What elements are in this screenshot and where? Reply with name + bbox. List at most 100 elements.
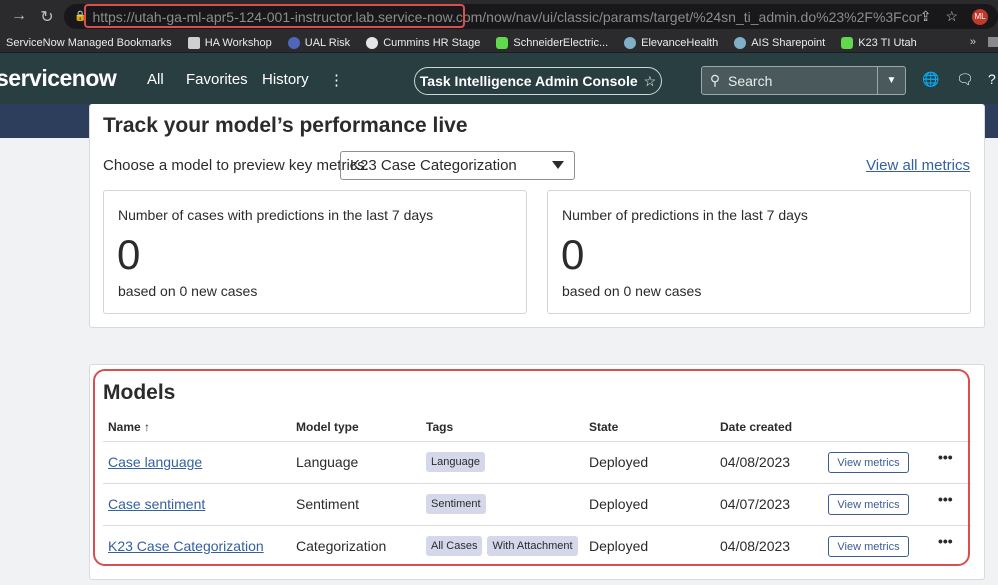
global-search: ⚲ ▼ — [701, 66, 906, 95]
metric-card-predictions: Number of predictions in the last 7 days… — [547, 190, 971, 314]
bookmark-label: K23 TI Utah — [858, 36, 917, 49]
bookmark-label: SchneiderElectric... — [513, 36, 609, 49]
model-name-link[interactable]: Case language — [108, 454, 202, 470]
bookmark-item[interactable]: ServiceNow Managed Bookmarks — [6, 37, 172, 49]
model-date: 04/07/2023 — [720, 496, 791, 512]
bookmark-item[interactable]: UAL Risk — [287, 36, 351, 49]
lock-icon: 🔒 — [74, 11, 87, 22]
bookmark-item[interactable]: ElevanceHealth — [624, 36, 719, 49]
bookmark-item[interactable]: K23 TI Utah — [841, 36, 917, 49]
column-header-model-type[interactable]: Model type — [296, 420, 359, 434]
context-title-pill[interactable]: Task Intelligence Admin Console ☆ — [414, 67, 662, 95]
nav-all[interactable]: All — [147, 71, 164, 88]
bookmarks-bar: ServiceNow Managed Bookmarks HA Workshop… — [0, 33, 998, 53]
tag: Sentiment — [426, 494, 486, 514]
model-state: Deployed — [589, 454, 649, 470]
model-type: Sentiment — [296, 496, 360, 512]
model-name-link[interactable]: Case sentiment — [108, 496, 205, 512]
dropdown-caret-icon — [552, 161, 564, 169]
model-select[interactable]: K23 Case Categorization — [340, 151, 575, 180]
c-logo-icon — [366, 36, 379, 49]
forward-arrow-icon[interactable]: → — [8, 7, 30, 25]
tag: All Cases — [426, 536, 483, 556]
table-row: Case language Language Language Deployed… — [103, 441, 971, 483]
table-row: K23 Case Categorization Categorization A… — [103, 525, 971, 567]
other-bookmarks-folder-icon[interactable] — [988, 37, 998, 47]
servicenow-logo[interactable]: servicenow — [0, 65, 117, 92]
models-title: Models — [103, 381, 176, 404]
bookmark-item[interactable]: HA Workshop — [187, 36, 272, 49]
sn-round-icon — [624, 36, 637, 49]
bookmark-item[interactable]: Cummins HR Stage — [366, 36, 481, 49]
choose-model-label: Choose a model to preview key metrics. — [103, 157, 369, 174]
view-all-metrics-link[interactable]: View all metrics — [866, 157, 970, 174]
bookmark-item[interactable]: AIS Sharepoint — [734, 36, 826, 49]
servicenow-header: servicenow All Favorites History ⋮ Task … — [0, 53, 998, 104]
bookmark-label: HA Workshop — [204, 36, 272, 49]
address-bar[interactable]: 🔒 https://utah-ga-ml-apr5-124-001-instru… — [64, 4, 998, 29]
column-header-state[interactable]: State — [589, 420, 618, 434]
model-tags: Language — [426, 452, 490, 472]
nav-favorites[interactable]: Favorites — [186, 71, 248, 88]
table-row: Case sentiment Sentiment Sentiment Deplo… — [103, 483, 971, 525]
models-card: Models Name ↑ Model type Tags State Date… — [89, 364, 985, 580]
row-actions-icon[interactable]: ••• — [938, 491, 953, 507]
model-name-link[interactable]: K23 Case Categorization — [108, 538, 264, 554]
model-tags: Sentiment — [426, 494, 491, 514]
browser-toolbar: → ↻ 🔒 https://utah-ga-ml-apr5-124-001-in… — [0, 0, 998, 33]
bookmark-label: ServiceNow Managed Bookmarks — [6, 36, 172, 49]
help-icon[interactable]: ? — [988, 71, 996, 87]
model-date: 04/08/2023 — [720, 538, 791, 554]
tag: With Attachment — [487, 536, 578, 556]
chat-icon[interactable]: 🗨 — [956, 71, 974, 88]
metric-subtext: based on 0 new cases — [562, 283, 702, 299]
model-select-value: K23 Case Categorization — [350, 157, 517, 174]
model-state: Deployed — [589, 496, 649, 512]
favorite-star-icon[interactable]: ☆ — [644, 73, 657, 90]
view-metrics-button[interactable]: View metrics — [828, 452, 909, 473]
view-metrics-button[interactable]: View metrics — [828, 536, 909, 557]
metric-value: 0 — [561, 231, 585, 278]
model-state: Deployed — [589, 538, 649, 554]
bookmark-label: ElevanceHealth — [641, 36, 719, 49]
column-header-date-created[interactable]: Date created — [720, 420, 792, 434]
bookmarks-overflow-icon[interactable]: » — [970, 36, 976, 48]
row-actions-icon[interactable]: ••• — [938, 533, 953, 549]
folder-icon — [187, 36, 200, 49]
tag: Language — [426, 452, 485, 472]
metric-label: Number of cases with predictions in the … — [118, 207, 434, 223]
profile-avatar[interactable]: ML — [972, 8, 988, 25]
bookmark-star-icon[interactable]: ☆ — [945, 8, 958, 25]
metric-subtext: based on 0 new cases — [118, 283, 258, 299]
metric-card-cases: Number of cases with predictions in the … — [103, 190, 527, 314]
bookmark-item[interactable]: SchneiderElectric... — [496, 36, 609, 49]
model-type: Categorization — [296, 538, 387, 554]
sn-green-icon — [496, 36, 509, 49]
more-menu-icon[interactable]: ⋮ — [329, 71, 344, 89]
performance-title: Track your model’s performance live — [103, 114, 468, 137]
bookmark-label: AIS Sharepoint — [751, 36, 826, 49]
model-date: 04/08/2023 — [720, 454, 791, 470]
search-icon: ⚲ — [709, 72, 721, 88]
context-title: Task Intelligence Admin Console — [419, 73, 638, 89]
sn-green-icon — [841, 36, 854, 49]
search-scope-dropdown-icon[interactable]: ▼ — [877, 67, 905, 94]
model-type: Language — [296, 454, 359, 470]
column-header-tags[interactable]: Tags — [426, 420, 453, 434]
model-tags: All Cases With Attachment — [426, 536, 583, 556]
sn-round-icon — [734, 36, 747, 49]
bookmark-label: Cummins HR Stage — [383, 36, 481, 49]
share-icon[interactable]: ⇪ — [920, 8, 932, 25]
nav-history[interactable]: History — [262, 71, 309, 88]
view-metrics-button[interactable]: View metrics — [828, 494, 909, 515]
reload-icon[interactable]: ↻ — [36, 7, 58, 27]
globe-icon — [287, 36, 300, 49]
metric-label: Number of predictions in the last 7 days — [562, 207, 808, 223]
search-input[interactable] — [728, 72, 868, 89]
performance-card: Track your model’s performance live Choo… — [89, 104, 985, 328]
globe-icon[interactable]: 🌐 — [922, 71, 939, 88]
bookmark-label: UAL Risk — [304, 36, 351, 49]
row-actions-icon[interactable]: ••• — [938, 449, 953, 465]
column-header-name[interactable]: Name ↑ — [108, 420, 150, 434]
url-text[interactable]: https://utah-ga-ml-apr5-124-001-instruct… — [92, 9, 922, 25]
